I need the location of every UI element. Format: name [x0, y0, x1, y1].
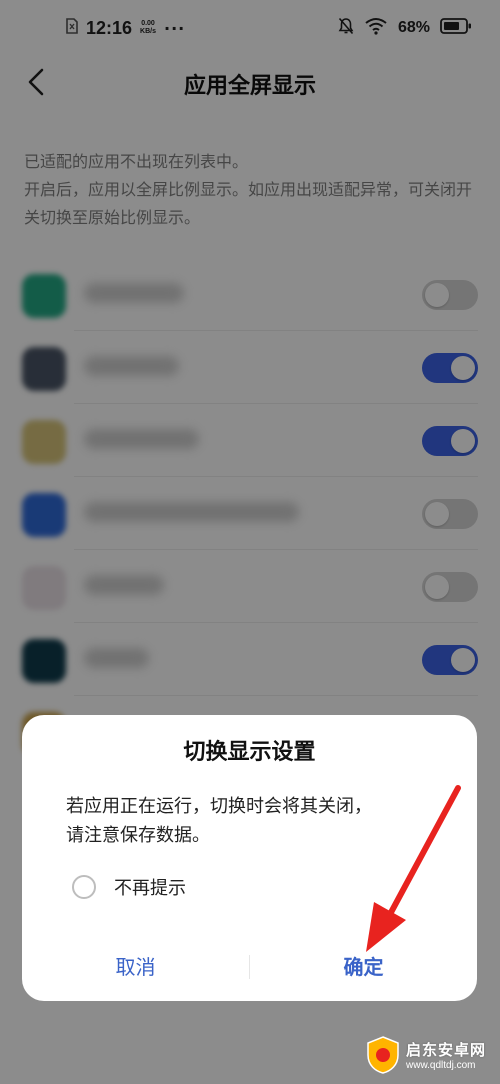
red-arrow-annotation — [366, 785, 461, 952]
site-watermark: 启东安卓网 www.qdltdj.com — [366, 1032, 496, 1078]
radio-unchecked-icon — [72, 875, 96, 899]
settings-page: 12:16 0.00 KB/s ··· 68% 应用全屏显示 已适配的应用不出现… — [0, 0, 500, 1084]
cancel-button[interactable]: 取消 — [22, 947, 249, 987]
watermark-brand: 启东安卓网 — [406, 1041, 487, 1059]
dont-show-again-label: 不再提示 — [114, 878, 186, 899]
dialog-title: 切换显示设置 — [183, 740, 316, 765]
dont-show-again-checkbox[interactable]: 不再提示 — [72, 872, 186, 902]
shield-logo-icon — [367, 1036, 399, 1074]
watermark-url: www.qdltdj.com — [406, 1060, 476, 1071]
